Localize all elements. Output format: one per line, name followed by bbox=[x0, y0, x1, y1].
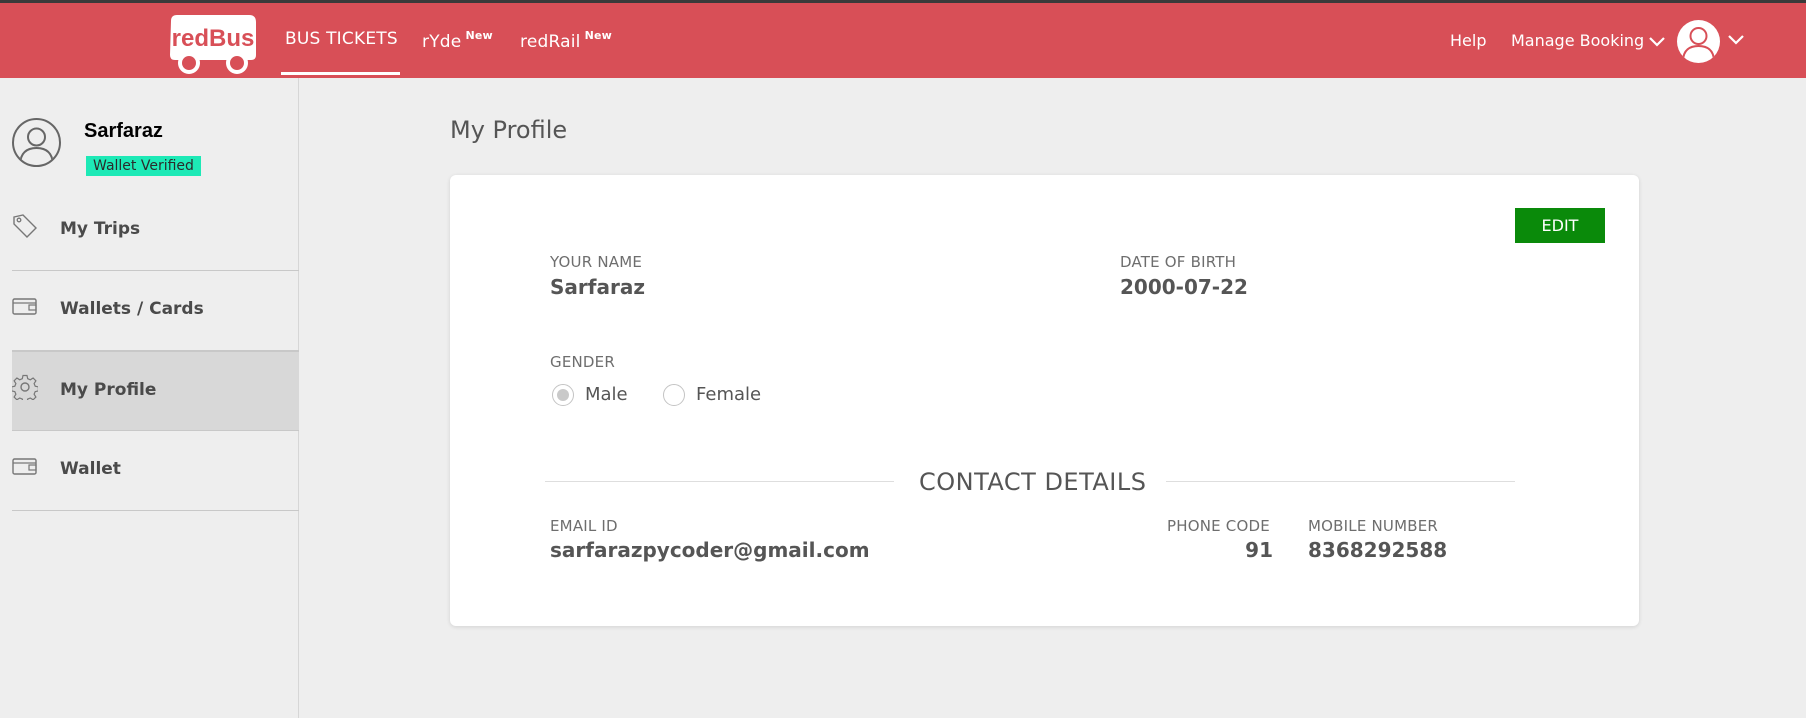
sidebar-item-wallets-cards[interactable]: Wallets / Cards bbox=[12, 271, 299, 351]
gear-icon bbox=[12, 374, 38, 400]
top-header: redBus BUS TICKETS rYde New redRail New He… bbox=[0, 3, 1806, 78]
nav-bus-tickets-label: BUS TICKETS bbox=[285, 29, 398, 49]
sidebar-item-my-profile[interactable]: My Profile bbox=[12, 351, 299, 431]
help-link[interactable]: Help bbox=[1450, 31, 1486, 50]
user-icon bbox=[19, 127, 54, 165]
nav-redrail-label: redRail bbox=[520, 32, 581, 52]
gender-male-label: Male bbox=[585, 384, 628, 405]
new-badge: New bbox=[465, 29, 493, 42]
page-title: My Profile bbox=[450, 116, 568, 144]
nav-ryde-label: rYde bbox=[422, 32, 462, 52]
nav-active-indicator bbox=[281, 72, 400, 75]
nav-redrail[interactable]: redRail New bbox=[520, 29, 612, 52]
sidebar: Sarfaraz Wallet Verified My Trips Wallet… bbox=[0, 78, 299, 718]
section-divider bbox=[1166, 481, 1515, 482]
profile-card: EDIT YOUR NAME Sarfaraz DATE OF BIRTH 20… bbox=[450, 175, 1639, 626]
wallet-icon bbox=[12, 298, 37, 315]
sidebar-item-label: Wallet bbox=[60, 459, 121, 479]
gender-female-label: Female bbox=[696, 384, 762, 405]
sidebar-item-label: My Profile bbox=[60, 380, 157, 400]
wallet-icon bbox=[12, 458, 37, 475]
email-label: EMAIL ID bbox=[550, 517, 618, 535]
dob-value: 2000-07-22 bbox=[1120, 275, 1248, 299]
phone-code-label: PHONE CODE bbox=[1167, 517, 1270, 535]
mobile-value: 8368292588 bbox=[1308, 538, 1448, 562]
profile-avatar-button[interactable] bbox=[1677, 20, 1720, 63]
new-badge: New bbox=[584, 29, 613, 42]
chevron-down-icon[interactable] bbox=[1727, 34, 1745, 46]
logo-text: redBus bbox=[172, 25, 255, 52]
gender-radio-female[interactable] bbox=[663, 384, 685, 406]
contact-details-heading: CONTACT DETAILS bbox=[919, 468, 1147, 496]
redbus-logo[interactable]: redBus bbox=[165, 13, 260, 75]
section-divider bbox=[545, 481, 894, 482]
user-avatar bbox=[12, 118, 61, 167]
nav-ryde[interactable]: rYde New bbox=[422, 29, 493, 52]
user-name: Sarfaraz bbox=[84, 120, 163, 142]
sidebar-item-label: Wallets / Cards bbox=[60, 299, 204, 319]
gender-radio-male[interactable] bbox=[552, 384, 574, 406]
name-label: YOUR NAME bbox=[550, 253, 643, 271]
edit-button[interactable]: EDIT bbox=[1515, 208, 1605, 243]
name-value: Sarfaraz bbox=[550, 275, 645, 299]
mobile-label: MOBILE NUMBER bbox=[1308, 517, 1438, 535]
chevron-down-icon[interactable] bbox=[1648, 36, 1666, 48]
email-value: sarfarazpycoder@gmail.com bbox=[550, 538, 870, 562]
wallet-verified-badge: Wallet Verified bbox=[86, 156, 201, 176]
dob-label: DATE OF BIRTH bbox=[1120, 253, 1237, 271]
sidebar-item-label: My Trips bbox=[60, 219, 141, 239]
sidebar-item-wallet[interactable]: Wallet bbox=[12, 431, 299, 511]
user-icon bbox=[1682, 27, 1715, 61]
tag-icon bbox=[13, 214, 37, 238]
manage-booking-link[interactable]: Manage Booking bbox=[1511, 31, 1644, 50]
phone-code-value: 91 bbox=[1245, 538, 1273, 562]
nav-bus-tickets[interactable]: BUS TICKETS bbox=[285, 29, 398, 49]
gender-label: GENDER bbox=[550, 353, 615, 371]
sidebar-item-my-trips[interactable]: My Trips bbox=[12, 191, 299, 271]
